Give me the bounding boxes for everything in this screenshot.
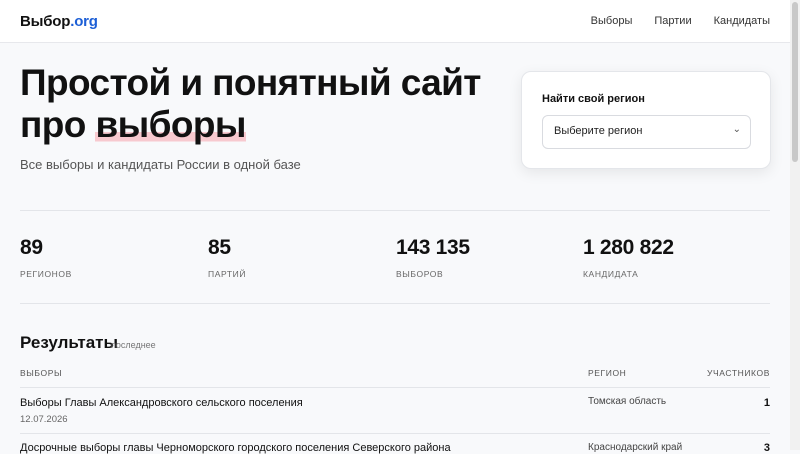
stat-value: 1 280 822: [583, 236, 674, 259]
results-title: Результаты: [20, 333, 119, 352]
election-region: Томская область: [588, 396, 667, 407]
hero-title-line2: про выборы: [20, 104, 490, 146]
column-header-elections: ВЫБОРЫ: [20, 368, 63, 378]
region-finder-card: Найти свой регион Выберите регион ⌄: [521, 71, 771, 169]
region-select[interactable]: Выберите регион ⌄: [542, 115, 751, 149]
column-header-region: РЕГИОН: [588, 368, 627, 378]
participants-count: 1: [763, 397, 770, 409]
row-divider: [20, 387, 770, 388]
hero-title-highlight: выборы: [95, 104, 246, 145]
hero-title-prefix: про: [20, 104, 96, 145]
participants-count: 3: [763, 442, 770, 454]
stat-elections: 143 135 ВЫБОРОВ: [396, 236, 470, 279]
stat-regions: 89 РЕГИОНОВ: [20, 236, 72, 279]
region-select-value: Выберите регион: [554, 125, 643, 137]
column-header-participants: УЧАСТНИКОВ: [707, 368, 770, 378]
stat-parties: 85 ПАРТИЙ: [208, 236, 246, 279]
election-title[interactable]: Досрочные выборы главы Черноморского гор…: [20, 442, 451, 454]
election-title[interactable]: Выборы Главы Александровского сельского …: [20, 397, 303, 409]
stat-caption: КАНДИДАТА: [583, 269, 639, 279]
results-tag: последнее: [111, 340, 156, 350]
stat-caption: ВЫБОРОВ: [396, 269, 444, 279]
region-finder-label: Найти свой регион: [542, 93, 645, 105]
nav-parties[interactable]: Партии: [654, 15, 691, 27]
hero-subtitle: Все выборы и кандидаты России в одной ба…: [20, 157, 301, 172]
page-scrollbar[interactable]: [790, 0, 800, 450]
logo-tld: .org: [70, 13, 98, 30]
hero-title-line1: Простой и понятный сайт: [20, 62, 481, 103]
stat-value: 85: [208, 236, 231, 259]
site-header: Выбор.org Выборы Партии Кандидаты: [0, 0, 790, 43]
chevron-down-icon: ⌄: [732, 124, 741, 135]
logo-text: Выбор: [20, 13, 71, 30]
main-nav: Выборы Партии Кандидаты: [591, 15, 770, 27]
divider: [20, 210, 770, 211]
nav-candidates[interactable]: Кандидаты: [714, 15, 770, 27]
stat-caption: РЕГИОНОВ: [20, 269, 72, 279]
scrollbar-thumb[interactable]: [792, 2, 798, 162]
stat-caption: ПАРТИЙ: [208, 269, 247, 279]
election-region: Краснодарский край: [588, 442, 683, 453]
stat-candidates: 1 280 822 КАНДИДАТА: [583, 236, 674, 279]
divider: [20, 303, 770, 304]
election-date: 12.07.2026: [20, 414, 68, 425]
site-logo[interactable]: Выбор.org: [20, 13, 98, 30]
hero-title: Простой и понятный сайт про выборы: [20, 62, 490, 146]
row-divider: [20, 433, 770, 434]
stat-value: 143 135: [396, 236, 470, 259]
stat-value: 89: [20, 236, 43, 259]
nav-elections[interactable]: Выборы: [591, 15, 633, 27]
